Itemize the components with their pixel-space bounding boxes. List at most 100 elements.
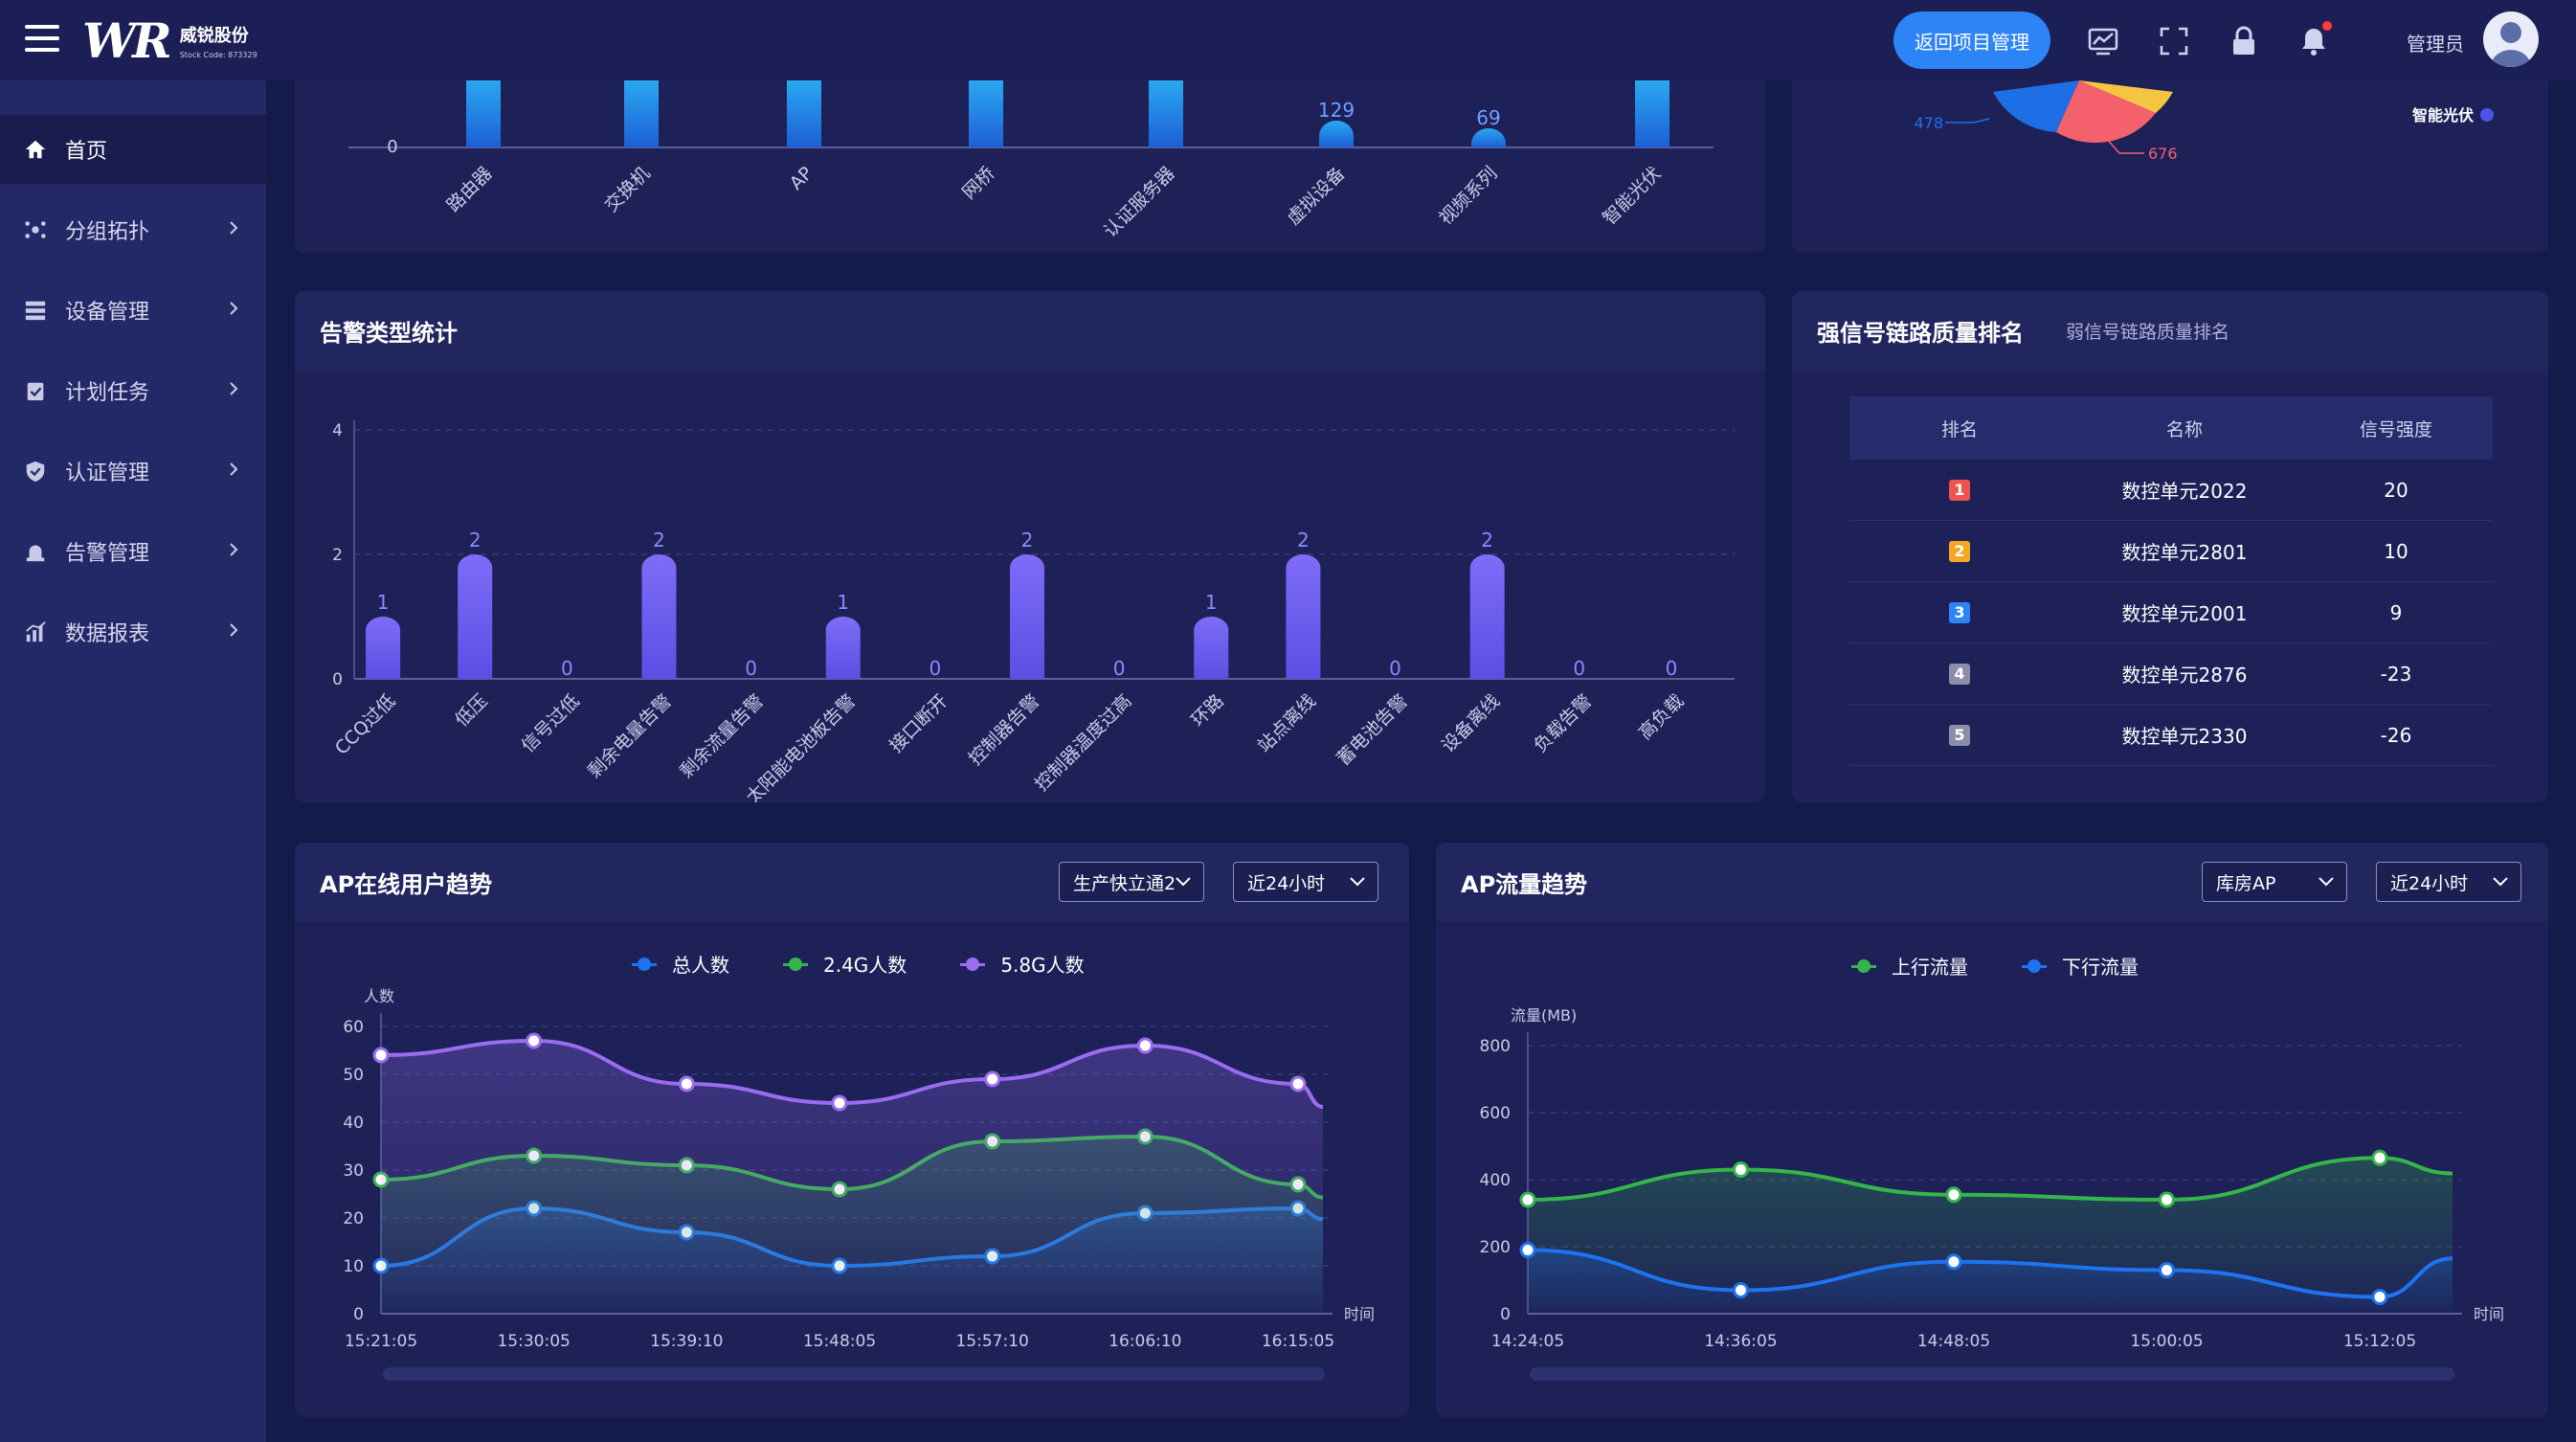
zoom-slider-track[interactable] xyxy=(383,1367,1325,1381)
sidebar-item-label: 计划任务 xyxy=(65,381,150,405)
x-tick-label: 负载告警 xyxy=(1530,690,1596,756)
row-name: 数控单元2022 xyxy=(2121,480,2248,503)
x-tick-label: 低压 xyxy=(451,690,491,731)
data-point xyxy=(1519,1242,1536,1258)
sidebar-item-alarms[interactable]: 告警管理 xyxy=(0,517,266,586)
tab-weak-signal[interactable]: 弱信号链路质量排名 xyxy=(2066,318,2229,344)
alarm-bar xyxy=(458,554,493,679)
ap-traffic-card: AP流量趋势 库房AP 近24小时 上行流量 下行流量 0 200 400 600 80… xyxy=(1436,843,2548,1417)
x-axis-title: 时间 xyxy=(2474,1305,2504,1323)
card-title: 告警类型统计 xyxy=(320,319,458,347)
clipboard-icon xyxy=(23,378,48,403)
x-tick-label: 路由器 xyxy=(443,163,497,216)
bar-value-label: 2 xyxy=(1021,529,1034,552)
data-point xyxy=(2159,1262,2175,1278)
x-tick-label: 15:30:05 xyxy=(497,1332,570,1351)
company-logo: WR 威锐股份 Stock Code: 873329 xyxy=(82,12,258,69)
table-row[interactable]: 1 数控单元2022 20 xyxy=(1849,460,2493,521)
bar-value-label: 0 xyxy=(1573,657,1585,680)
alarm-bar xyxy=(1194,617,1229,679)
row-name: 数控单元2330 xyxy=(2121,725,2248,748)
pie-legend-dot xyxy=(2480,108,2494,122)
row-name: 数控单元2876 xyxy=(2121,664,2248,687)
x-tick-label: 剩余电量告警 xyxy=(584,690,676,782)
bar-value-label: 0 xyxy=(561,657,573,680)
table-header: 排名 名称 信号强度 xyxy=(1849,396,2493,460)
y-tick-label: 0 xyxy=(332,670,343,689)
zoom-slider-track[interactable] xyxy=(1530,1367,2454,1381)
chevron-right-icon xyxy=(230,623,238,637)
bar-value-label: 0 xyxy=(1666,657,1678,680)
device-bar xyxy=(466,80,501,147)
y-axis-title: 人数 xyxy=(364,987,394,1005)
return-project-button[interactable]: 返回项目管理 xyxy=(1893,11,2050,69)
ap-users-card: AP在线用户趋势 生产快立通2 近24小时 总人数 2.4G人数 5.8G人数 … xyxy=(295,843,1409,1417)
y-tick-label: 20 xyxy=(343,1209,364,1228)
device-bar xyxy=(624,80,659,147)
data-point xyxy=(1136,1037,1154,1054)
user-role[interactable]: 管理员 xyxy=(2407,29,2464,56)
x-tick-label: 接口断开 xyxy=(885,690,952,756)
sidebar-item-devices[interactable]: 设备管理 xyxy=(0,276,266,345)
sidebar: 首页 分组拓扑 设备管理 计划任务 认证管理 告警管理 数据报表 xyxy=(0,80,266,1442)
sidebar-item-label: 认证管理 xyxy=(65,462,150,485)
table-row[interactable]: 4 数控单元2876 -23 xyxy=(1849,643,2493,705)
data-point xyxy=(1519,1191,1536,1208)
rank-badge: 4 xyxy=(1949,663,1970,685)
bar-value-label: 1 xyxy=(1205,591,1218,614)
pie-legend-label: 智能光伏 xyxy=(2412,106,2474,124)
data-point xyxy=(2159,1191,2175,1208)
alarm-icon xyxy=(23,539,48,564)
pie-label: 676 xyxy=(2148,145,2178,163)
avatar[interactable] xyxy=(2483,11,2539,67)
device-pie-chart: 478 676 智能光伏 xyxy=(1914,80,2494,163)
sidebar-item-topology[interactable]: 分组拓扑 xyxy=(0,195,266,264)
row-signal: 10 xyxy=(2384,539,2408,563)
menu-toggle-icon[interactable] xyxy=(25,25,59,56)
monitor-icon[interactable] xyxy=(2087,25,2119,57)
device-bar xyxy=(1319,121,1354,147)
sidebar-item-label: 首页 xyxy=(65,140,108,164)
notification-bell-icon[interactable] xyxy=(2297,21,2332,57)
y-tick-label: 2 xyxy=(332,546,343,565)
bar-value-label: 69 xyxy=(1476,106,1500,129)
x-tick-label: AP xyxy=(786,163,818,194)
bar-value-label: 2 xyxy=(1297,529,1310,552)
chart-icon xyxy=(23,620,48,644)
table-row[interactable]: 2 数控单元2801 10 xyxy=(1849,521,2493,582)
bar-value-label: 2 xyxy=(653,529,665,552)
sidebar-item-tasks[interactable]: 计划任务 xyxy=(0,356,266,425)
x-tick-label: 视频系列 xyxy=(1435,163,1501,229)
x-tick-label: 16:15:05 xyxy=(1262,1332,1334,1351)
device-stats-card: 0 路由器 交换机 AP 网桥 认证服务器 129 虚拟设备 69 视频系列 智能光伏 xyxy=(295,80,1765,253)
device-bar xyxy=(1635,80,1669,147)
data-point xyxy=(678,1075,695,1093)
table-row[interactable]: 3 数控单元2001 9 xyxy=(1849,582,2493,643)
y-tick-label: 10 xyxy=(343,1257,364,1276)
ranking-table: 排名 名称 信号强度 1 数控单元2022 20 2 数控单元2801 10 3… xyxy=(1849,396,2493,766)
series-area xyxy=(381,1041,1323,1314)
lock-icon[interactable] xyxy=(2228,25,2260,57)
bar-value-label: 1 xyxy=(377,591,390,614)
bar-value-label: 2 xyxy=(469,529,482,552)
x-axis-title: 时间 xyxy=(1344,1305,1375,1323)
data-point xyxy=(1289,1075,1307,1093)
fullscreen-icon[interactable] xyxy=(2158,25,2190,57)
x-tick-label: 虚拟设备 xyxy=(1283,163,1349,229)
row-signal: 9 xyxy=(2389,600,2403,624)
y-tick-label: 40 xyxy=(343,1114,364,1133)
row-signal: -26 xyxy=(2380,723,2412,747)
table-row[interactable]: 5 数控单元2330 -26 xyxy=(1849,705,2493,766)
x-tick-label: 15:57:10 xyxy=(955,1332,1028,1351)
tab-strong-signal[interactable]: 强信号链路质量排名 xyxy=(1817,314,2024,348)
x-tick-label: 15:00:05 xyxy=(2130,1332,2203,1351)
sidebar-item-home[interactable]: 首页 xyxy=(0,115,266,184)
x-tick-label: 15:48:05 xyxy=(803,1332,876,1351)
y-tick-label: 200 xyxy=(1480,1238,1511,1257)
sidebar-item-auth[interactable]: 认证管理 xyxy=(0,437,266,506)
ap-users-line-chart: 0 10 20 30 40 50 60人数时间 15:21:05 15:30:05 15:39:1… xyxy=(343,987,1375,1381)
alarm-bar-chart: 0241CCQ过低2低压0信号过低2剩余电量告警0剩余流量告警1太阳能电池板告警… xyxy=(331,420,1735,802)
sidebar-item-reports[interactable]: 数据报表 xyxy=(0,597,266,666)
bar-value-label: 0 xyxy=(1113,657,1126,680)
chevron-right-icon xyxy=(230,382,238,395)
